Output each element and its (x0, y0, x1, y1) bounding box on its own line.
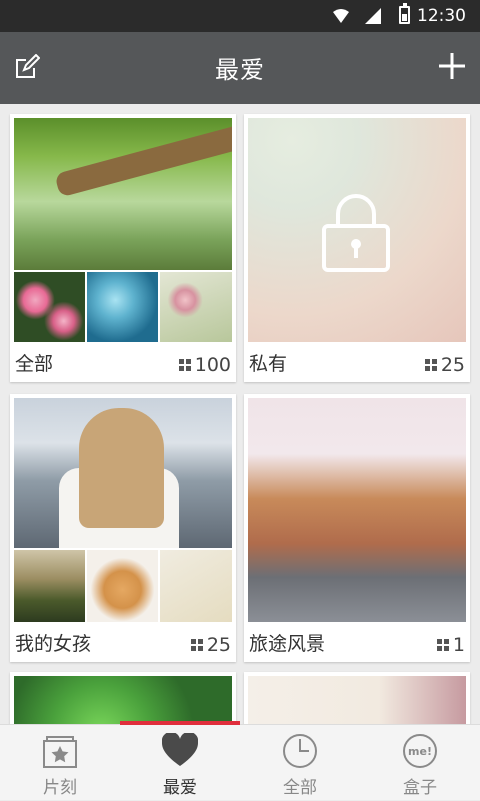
album-label: 旅途风景 (249, 633, 326, 655)
album-thumb (160, 272, 232, 342)
tab-label: 全部 (283, 778, 317, 798)
tab-all[interactable]: 全部 (240, 725, 360, 801)
album-card[interactable]: 私有 25 (244, 114, 470, 382)
svg-text:me!: me! (408, 745, 432, 758)
album-cover-main (248, 398, 466, 622)
tab-moments[interactable]: 片刻 (0, 725, 120, 801)
album-count: 100 (178, 354, 231, 376)
tab-label: 盒子 (403, 778, 437, 798)
grid-icon (436, 639, 449, 651)
album-cover-main (14, 676, 232, 724)
album-grid: 全部 100 私有 25 我的女孩 25 旅途风景 1 (0, 104, 480, 724)
album-cover-main (248, 118, 466, 342)
grid-icon (424, 359, 437, 371)
album-thumb (87, 550, 158, 622)
grid-icon (190, 639, 203, 651)
box-icon: me! (403, 734, 437, 768)
tab-box[interactable]: me! 盒子 (360, 725, 480, 801)
album-thumb (14, 272, 85, 342)
album-count-value: 25 (206, 634, 231, 656)
album-label: 全部 (15, 353, 54, 375)
add-icon[interactable] (438, 52, 466, 80)
album-card[interactable] (10, 672, 236, 724)
album-count-value: 25 (440, 354, 465, 376)
album-cover-main (14, 118, 232, 270)
moments-icon (43, 736, 77, 768)
lock-icon (322, 194, 390, 272)
tab-label: 片刻 (43, 778, 77, 798)
tab-label: 最爱 (163, 778, 197, 798)
signal-icon (365, 8, 381, 24)
tab-favorites[interactable]: 最爱 (120, 725, 240, 801)
status-time: 12:30 (417, 6, 466, 26)
wifi-icon (333, 9, 349, 23)
album-cover-main (248, 676, 466, 724)
album-card[interactable] (244, 672, 470, 724)
album-label: 私有 (249, 353, 288, 375)
album-thumb (14, 550, 85, 622)
album-cover-main (14, 398, 232, 548)
grid-icon (178, 359, 191, 371)
battery-icon (399, 3, 410, 24)
album-count-value: 1 (452, 634, 465, 656)
album-count-value: 100 (194, 354, 231, 376)
clock-icon (283, 734, 317, 768)
bottom-tab-bar: 片刻 最爱 全部 me! 盒子 (0, 721, 480, 801)
album-count: 25 (190, 634, 231, 656)
album-card[interactable]: 旅途风景 1 (244, 394, 470, 662)
album-thumb (87, 272, 158, 342)
album-thumb (160, 550, 232, 622)
album-count: 25 (424, 354, 465, 376)
album-card[interactable]: 全部 100 (10, 114, 236, 382)
album-count: 1 (436, 634, 465, 656)
album-label: 我的女孩 (15, 633, 92, 655)
page-title: 最爱 (215, 56, 265, 84)
album-card[interactable]: 我的女孩 25 (10, 394, 236, 662)
app-header: 最爱 (0, 32, 480, 104)
status-bar: 12:30 (0, 0, 480, 32)
heart-icon (162, 733, 198, 766)
